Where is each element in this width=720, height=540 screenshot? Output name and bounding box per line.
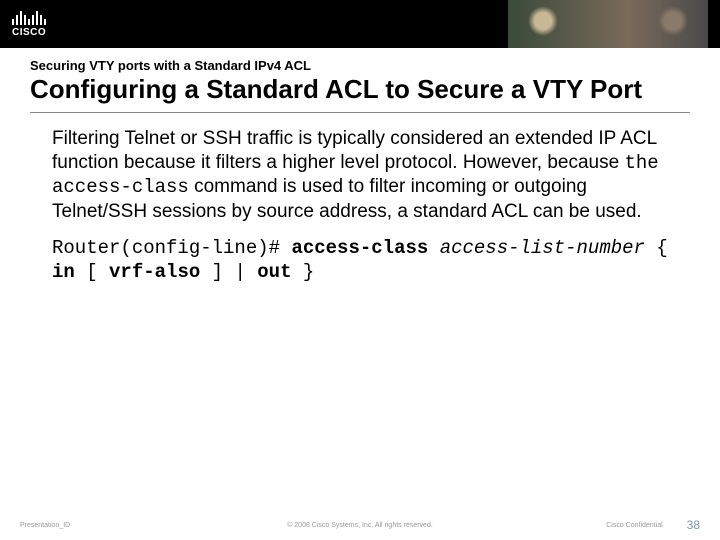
cmd-keyword-out: out <box>257 261 291 283</box>
title-area: Securing VTY ports with a Standard IPv4 … <box>0 48 720 108</box>
cmd-pipe: | <box>234 261 257 283</box>
cmd-brace-open: { <box>645 237 668 259</box>
header-bar: CISCO <box>0 0 720 48</box>
cmd-keyword-access-class: access-class <box>291 237 439 259</box>
cmd-prompt: Router(config-line)# <box>52 237 291 259</box>
command-block: Router(config-line)# access-class access… <box>0 224 720 285</box>
cmd-keyword-in: in <box>52 261 75 283</box>
body-paragraph: Filtering Telnet or SSH traffic is typic… <box>0 127 720 224</box>
cmd-bracket-open: [ <box>75 261 109 283</box>
footer-copyright: © 2008 Cisco Systems, Inc. All rights re… <box>190 522 530 529</box>
footer-page-number: 38 <box>687 518 700 532</box>
logo-bars-icon <box>12 11 46 25</box>
cisco-logo: CISCO <box>12 11 46 38</box>
footer-confidential: Cisco Confidential <box>606 522 662 529</box>
cmd-brace-close: } <box>292 261 315 283</box>
cmd-keyword-vrf-also: vrf-also <box>109 261 200 283</box>
cmd-bracket-close: ] <box>200 261 234 283</box>
slide-subtitle: Securing VTY ports with a Standard IPv4 … <box>30 58 690 73</box>
header-photo <box>508 0 708 48</box>
cmd-arg-acl-number: access-list-number <box>440 237 645 259</box>
body-text-a: Filtering Telnet or SSH traffic is typic… <box>52 128 656 173</box>
slide-title: Configuring a Standard ACL to Secure a V… <box>30 75 690 104</box>
title-rule <box>30 112 690 113</box>
logo-text: CISCO <box>12 27 46 38</box>
footer: Presentation_ID © 2008 Cisco Systems, In… <box>0 518 720 532</box>
footer-presentation-id: Presentation_ID <box>20 522 190 529</box>
